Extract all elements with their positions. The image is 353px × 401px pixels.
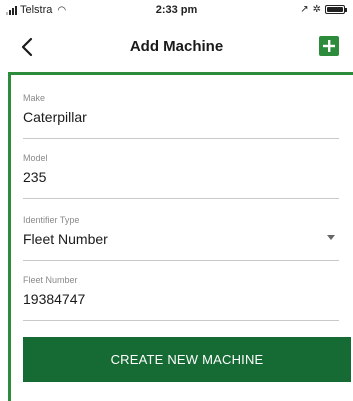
add-machine-form: Make Caterpillar Model 235 Identifier Ty…: [8, 72, 353, 401]
make-value: Caterpillar: [23, 109, 87, 125]
bluetooth-icon: ✲: [312, 4, 321, 15]
identifier-type-value: Fleet Number: [23, 231, 108, 247]
nav-bar: Add Machine: [0, 22, 353, 72]
identifier-type-label: Identifier Type: [23, 215, 80, 225]
dropdown-arrow-icon: [327, 235, 335, 240]
model-label: Model: [23, 153, 48, 163]
battery-icon: [325, 5, 347, 14]
model-field[interactable]: Model 235: [23, 153, 339, 199]
make-label: Make: [23, 93, 46, 103]
model-value: 235: [23, 169, 47, 185]
page-title: Add Machine: [129, 38, 224, 55]
fleet-number-field[interactable]: Fleet Number 19384747: [23, 275, 339, 321]
add-button[interactable]: [319, 36, 339, 56]
location-icon: ↗: [300, 4, 309, 15]
create-new-machine-button[interactable]: CREATE NEW MACHINE: [23, 337, 351, 382]
make-field[interactable]: Make Caterpillar: [23, 93, 339, 139]
status-right: ↗ ✲: [300, 4, 347, 15]
status-bar: Telstra ◠ 2:33 pm ↗ ✲: [0, 0, 353, 22]
plus-icon: [323, 40, 335, 52]
identifier-type-select[interactable]: Identifier Type Fleet Number: [23, 215, 339, 261]
fleet-number-label: Fleet Number: [23, 275, 78, 285]
fleet-number-value: 19384747: [23, 291, 86, 307]
